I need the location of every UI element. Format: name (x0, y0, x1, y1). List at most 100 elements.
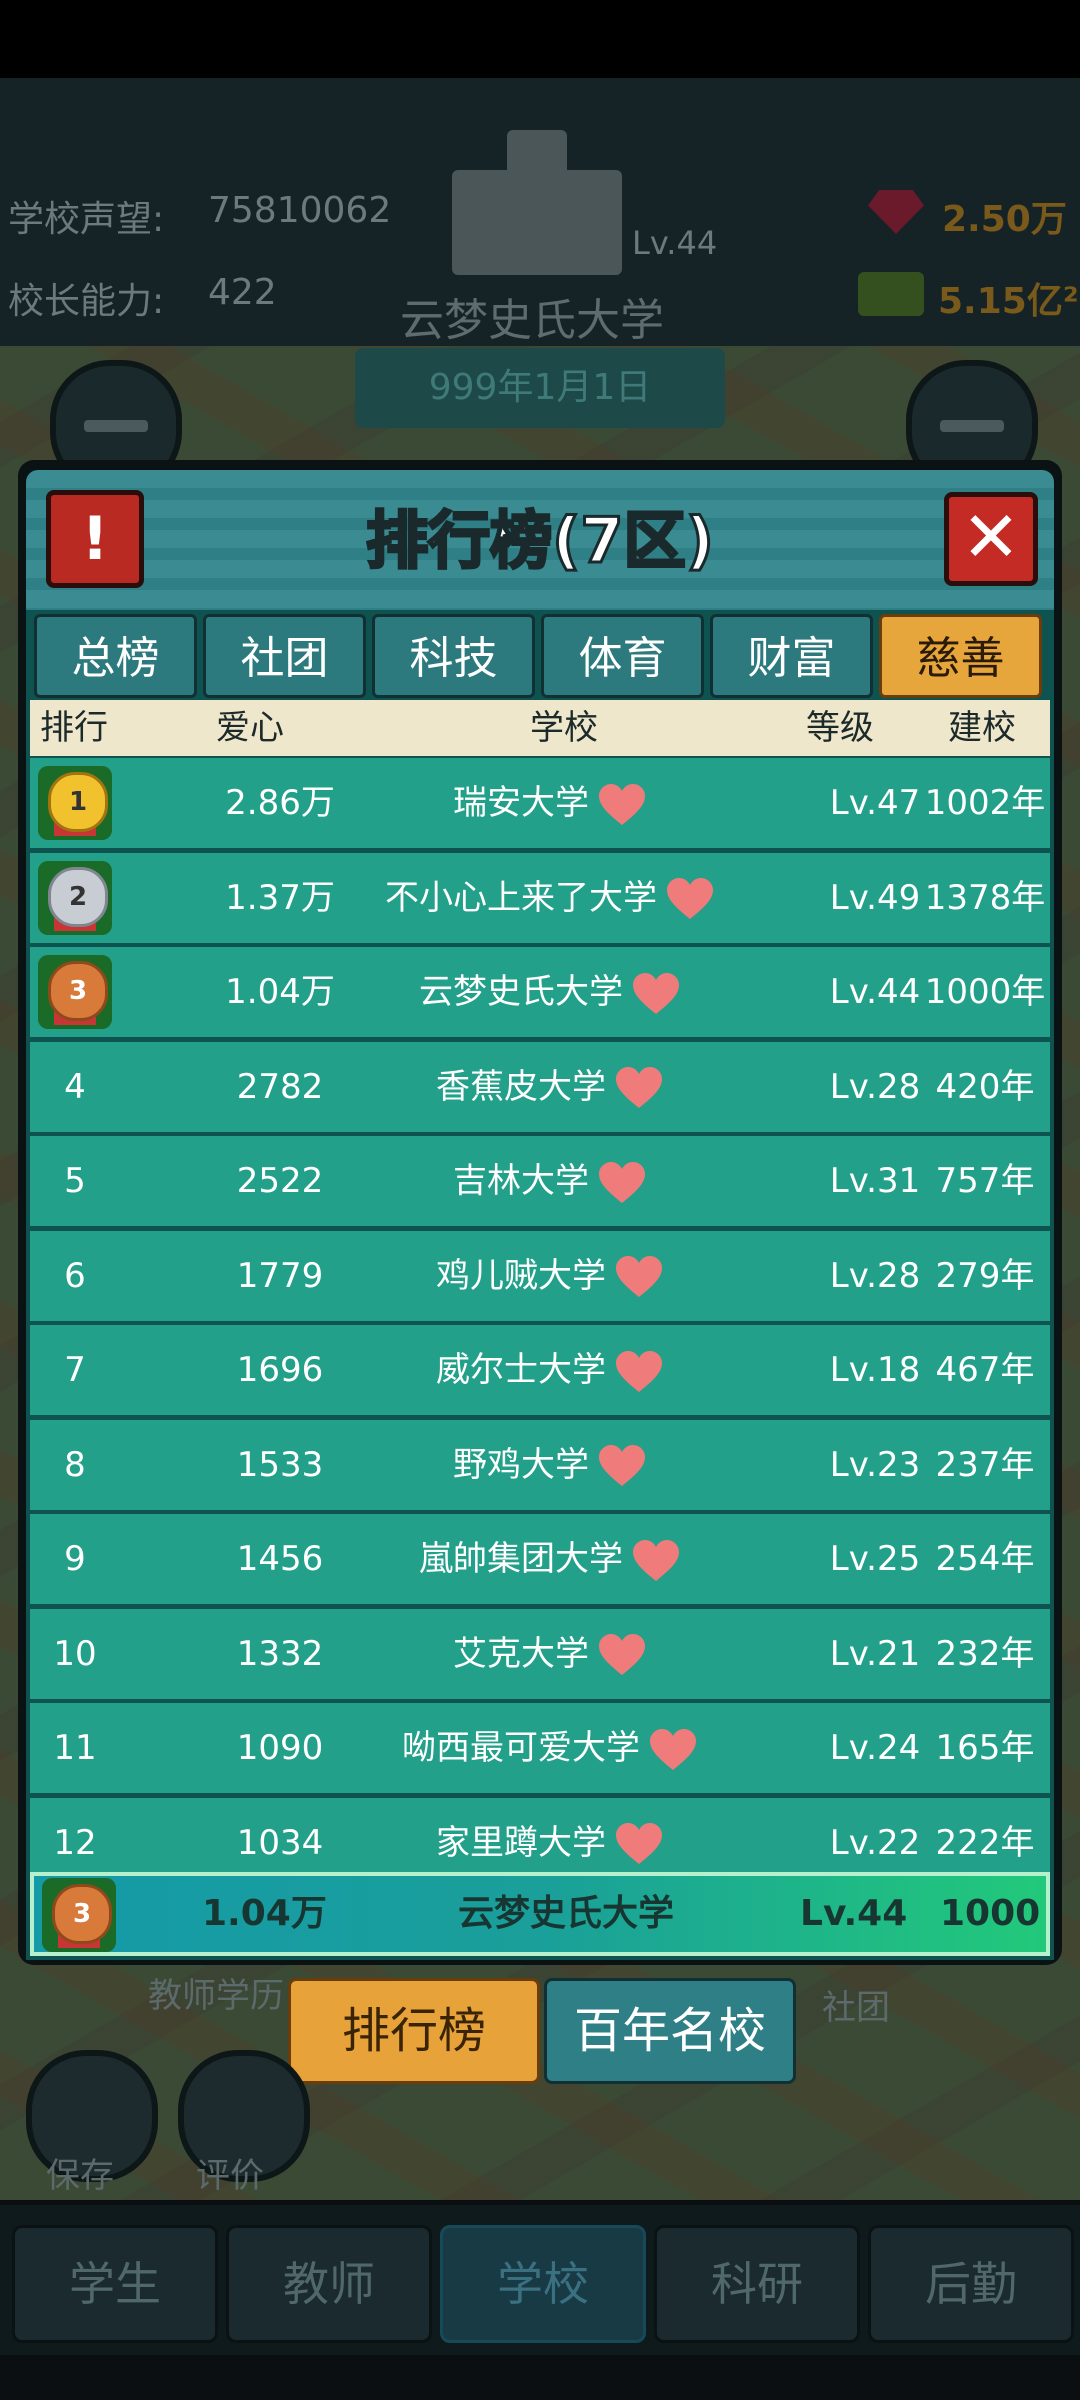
tab-club[interactable]: 社团 (203, 614, 366, 698)
heart-icon (606, 1067, 664, 1108)
school-name-cell: 野鸡大学 (453, 1444, 589, 1485)
table-row[interactable]: 8 1533 野鸡大学 Lv.23 237年 (30, 1419, 1050, 1514)
column-header: 排行 爱心 学校 等级 建校 (30, 700, 1050, 756)
school-building-icon (452, 130, 622, 275)
founded-cell: 1378年 (924, 877, 1046, 918)
school-name: 云梦史氏大学 (400, 295, 664, 346)
rank-cell: 10 (53, 1633, 97, 1674)
school-name-cell: 威尔士大学 (436, 1350, 606, 1390)
table-row[interactable]: 7 1696 威尔士大学 Lv.18 467年 (30, 1325, 1050, 1419)
school-name-cell: 家里蹲大学 (436, 1822, 606, 1863)
school-cell: 吉林大学 (330, 1136, 770, 1226)
col-rank: 排行 (40, 708, 108, 748)
ability-label: 校长能力: (8, 281, 165, 322)
heart-icon (606, 1823, 664, 1864)
school-cell: 嵐帥集团大学 (330, 1514, 770, 1604)
table-row[interactable]: 4 2782 香蕉皮大学 Lv.28 420年 (30, 1041, 1050, 1136)
heart-icon (606, 1256, 664, 1297)
tab-charity[interactable]: 慈善 (879, 614, 1042, 698)
gem-count: 2.50万 (942, 199, 1067, 240)
col-school: 学校 (530, 708, 598, 748)
heart-icon (623, 972, 681, 1014)
famous-schools-button[interactable]: 百年名校 (544, 1978, 796, 2084)
my-love: 1.04万 (202, 1893, 327, 1934)
heart-icon (623, 1539, 681, 1581)
tab-wealth[interactable]: 财富 (710, 614, 873, 698)
table-row[interactable]: 5 2522 吉林大学 Lv.31 757年 (30, 1136, 1050, 1230)
rank-cell: 6 (64, 1255, 86, 1296)
founded-cell: 165年 (935, 1728, 1035, 1768)
save-label: 保存 (46, 2156, 114, 2196)
rank-cell: 8 (64, 1444, 86, 1485)
table-row[interactable]: 11 1090 呦西最可爱大学 Lv.24 165年 (30, 1703, 1050, 1797)
tab-overall[interactable]: 总榜 (34, 614, 197, 698)
founded-cell: 232年 (935, 1633, 1035, 1674)
table-row[interactable]: 10 1332 艾克大学 Lv.21 232年 (30, 1608, 1050, 1703)
rank-cell: 9 (64, 1539, 86, 1579)
ranking-button[interactable]: 排行榜 (288, 1978, 540, 2084)
my-school: 云梦史氏大学 (458, 1893, 675, 1934)
nav-logistics[interactable]: 后勤 (868, 2225, 1074, 2343)
nav-teachers[interactable]: 教师 (226, 2225, 432, 2343)
founded-cell: 1000年 (924, 972, 1046, 1012)
school-cell: 艾克大学 (330, 1609, 770, 1699)
school-level: Lv.44 (632, 224, 718, 262)
nav-research[interactable]: 科研 (654, 2225, 860, 2343)
school-name-cell: 呦西最可爱大学 (402, 1728, 640, 1768)
school-cell: 香蕉皮大学 (330, 1042, 770, 1132)
heart-icon (589, 783, 647, 825)
school-name-cell: 瑞安大学 (453, 783, 589, 823)
nav-students[interactable]: 学生 (12, 2225, 218, 2343)
reputation-value: 75810062 (208, 190, 392, 231)
table-row[interactable]: 1 2.86万 瑞安大学 Lv.47 1002年 (30, 758, 1050, 852)
heart-icon (589, 1445, 647, 1486)
founded-cell: 467年 (935, 1350, 1035, 1390)
school-cell: 鸡儿贼大学 (330, 1231, 770, 1321)
founded-cell: 279年 (935, 1255, 1035, 1296)
school-name-cell: 不小心上来了大学 (385, 877, 657, 918)
founded-cell: 1002年 (924, 783, 1046, 823)
reputation-label: 学校声望: (8, 199, 165, 240)
nav-school[interactable]: 学校 (440, 2225, 646, 2343)
rank-cell: 4 (64, 1066, 86, 1107)
col-level: 等级 (806, 708, 874, 748)
heart-icon (589, 1634, 647, 1675)
heart-icon (640, 1728, 698, 1770)
table-row[interactable]: 6 1779 鸡儿贼大学 Lv.28 279年 (30, 1230, 1050, 1325)
school-cell: 瑞安大学 (330, 758, 770, 848)
table-row[interactable]: 3 1.04万 云梦史氏大学 Lv.44 1000年 (30, 947, 1050, 1041)
founded-cell: 254年 (935, 1539, 1035, 1579)
school-cell: 威尔士大学 (330, 1325, 770, 1415)
my-level: Lv.44 (800, 1893, 908, 1934)
heart-icon (657, 878, 715, 919)
panel-title: 排行榜(7区) (365, 503, 716, 579)
school-cell: 呦西最可爱大学 (330, 1703, 770, 1793)
school-cell: 云梦史氏大学 (330, 947, 770, 1037)
col-love: 爱心 (216, 708, 284, 748)
gold-medal-icon: 1 (38, 766, 112, 840)
tab-tech[interactable]: 科技 (372, 614, 535, 698)
school-name-cell: 吉林大学 (453, 1161, 589, 1201)
silver-medal-icon: 2 (38, 860, 112, 935)
ability-value: 422 (208, 272, 277, 313)
school-name-cell: 艾克大学 (453, 1633, 589, 1674)
founded-cell: 757年 (935, 1161, 1035, 1201)
rank-cell: 5 (64, 1161, 86, 1201)
alert-icon[interactable]: ! (46, 490, 144, 588)
rank-cell: 7 (64, 1350, 86, 1390)
founded-cell: 237年 (935, 1444, 1035, 1485)
tab-sports[interactable]: 体育 (541, 614, 704, 698)
col-founded: 建校 (948, 708, 1016, 748)
founded-cell: 420年 (935, 1066, 1035, 1107)
bronze-medal-icon: 3 (42, 1878, 116, 1952)
table-row[interactable]: 2 1.37万 不小心上来了大学 Lv.49 1378年 (30, 852, 1050, 947)
table-row[interactable]: 9 1456 嵐帥集团大学 Lv.25 254年 (30, 1514, 1050, 1608)
my-school-row: 3 1.04万 云梦史氏大学 Lv.44 1000 (30, 1872, 1050, 1956)
my-founded: 1000 (940, 1893, 1041, 1934)
rate-label: 评价 (196, 2156, 264, 2196)
bronze-medal-icon: 3 (38, 955, 112, 1029)
school-cell: 野鸡大学 (330, 1420, 770, 1510)
school-name-cell: 鸡儿贼大学 (436, 1255, 606, 1296)
status-bar (0, 0, 1080, 78)
close-icon[interactable]: ✕ (944, 492, 1038, 586)
